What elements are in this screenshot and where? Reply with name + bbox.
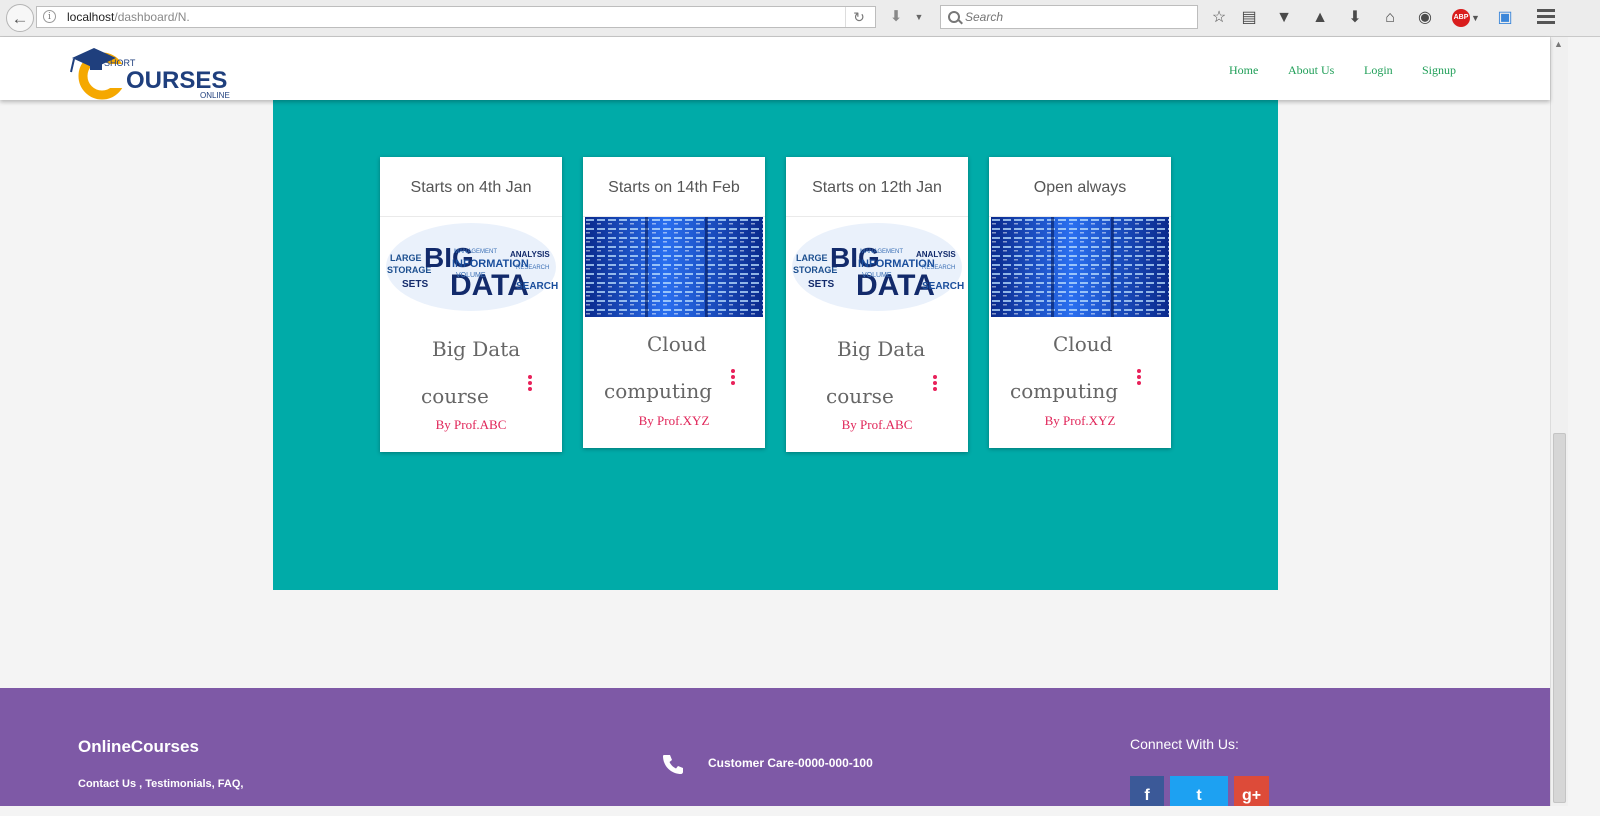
nav-home[interactable]: Home xyxy=(1229,63,1258,78)
wc-volume: VOLUME xyxy=(456,272,486,279)
course-author: By Prof.XYZ xyxy=(1044,413,1116,428)
scrollbar-thumb[interactable] xyxy=(1553,433,1566,803)
course-author: By Prof.ABC xyxy=(841,417,913,432)
search-icon xyxy=(948,11,960,23)
footer-brand: OnlineCourses xyxy=(78,737,199,756)
hat-icon[interactable]: ▲ xyxy=(1309,7,1331,29)
logo-online-text: ONLINE xyxy=(200,91,230,100)
wc-sets: SETS xyxy=(402,279,428,290)
page-info-icon[interactable]: i xyxy=(43,10,56,23)
save-icon[interactable]: ▣ xyxy=(1494,7,1516,29)
course-title-line1[interactable]: Cloud xyxy=(1053,332,1112,356)
wc-analysis: ANALYSIS xyxy=(510,250,550,259)
search-input[interactable] xyxy=(965,6,1185,28)
reading-list-icon[interactable]: ▤ xyxy=(1238,7,1260,29)
server-lights xyxy=(991,217,1169,317)
course-start-date: Starts on 14th Feb xyxy=(583,157,765,217)
course-start-date: Starts on 12th Jan xyxy=(786,157,968,217)
hamburger-menu-icon[interactable] xyxy=(1537,9,1555,27)
course-image-server-rack xyxy=(991,217,1169,317)
download-arrow-icon[interactable]: ⬇ xyxy=(1344,7,1366,29)
course-start-date: Open always xyxy=(989,157,1171,217)
wc-search: SEARCH xyxy=(922,281,964,292)
wc-large: LARGE xyxy=(390,253,422,263)
card-more-menu-icon[interactable] xyxy=(731,369,737,389)
download-icon[interactable]: ⬇ xyxy=(884,7,908,27)
facebook-icon[interactable]: f xyxy=(1130,776,1164,806)
adblock-chevron-icon[interactable]: ▼ xyxy=(1471,9,1480,27)
url-host: localhost xyxy=(67,10,115,24)
wc-sets: SETS xyxy=(808,279,834,290)
course-card[interactable]: Starts on 4th Jan LARGE STORAGE BIG DATA… xyxy=(380,157,562,452)
chevron-down-icon[interactable]: ▼ xyxy=(912,7,926,27)
course-author: By Prof.XYZ xyxy=(638,413,710,428)
server-divider xyxy=(1111,217,1114,317)
wc-large: LARGE xyxy=(796,253,828,263)
chat-icon[interactable]: ◉ xyxy=(1414,7,1436,29)
server-lights xyxy=(585,217,763,317)
browser-toolbar: ← i localhost/dashboard/N. ↻ ⬇ ▼ ☆ ▤ ▼ ▲… xyxy=(0,0,1600,37)
page-scrollbar[interactable]: ▲ xyxy=(1550,37,1568,806)
pocket-icon[interactable]: ▼ xyxy=(1273,7,1295,29)
nav-signup[interactable]: Signup xyxy=(1422,63,1456,78)
bookmark-star-icon[interactable]: ☆ xyxy=(1208,7,1230,29)
google-plus-icon[interactable]: g+ xyxy=(1234,776,1269,806)
adblock-icon[interactable]: ABP xyxy=(1452,9,1470,27)
course-title-line2[interactable]: computing xyxy=(604,379,712,403)
wc-management: MANAGEMENT xyxy=(860,249,903,255)
course-image-big-data: LARGE STORAGE BIG DATA INFORMATION ANALY… xyxy=(386,223,558,311)
wc-volume: VOLUME xyxy=(862,272,892,279)
course-title-line2[interactable]: course xyxy=(826,384,894,408)
url-text: localhost/dashboard/N. xyxy=(67,7,190,27)
wc-management: MANAGEMENT xyxy=(454,249,497,255)
back-button[interactable]: ← xyxy=(6,4,34,32)
reload-icon[interactable]: ↻ xyxy=(845,7,872,27)
browser-search-box[interactable] xyxy=(940,5,1198,29)
site-logo[interactable]: SHORT C OURSES ONLINE xyxy=(66,46,236,102)
server-divider xyxy=(1051,217,1054,317)
wc-search: SEARCH xyxy=(516,281,558,292)
cap-tassel xyxy=(70,58,75,73)
course-title-line1[interactable]: Big Data xyxy=(837,337,925,361)
course-title-line1[interactable]: Cloud xyxy=(647,332,706,356)
course-card[interactable]: Open always Cloud computing By Prof.XYZ xyxy=(989,157,1171,448)
address-bar[interactable]: i localhost/dashboard/N. ↻ xyxy=(36,6,876,28)
url-path: /dashboard/N. xyxy=(114,10,190,24)
course-title-line1[interactable]: Big Data xyxy=(432,337,520,361)
home-icon[interactable]: ⌂ xyxy=(1379,7,1401,29)
course-title-line2[interactable]: course xyxy=(421,384,489,408)
card-more-menu-icon[interactable] xyxy=(1137,369,1143,389)
course-title-line2[interactable]: computing xyxy=(1010,379,1118,403)
site-footer: OnlineCourses Contact Us , Testimonials,… xyxy=(0,688,1550,806)
twitter-icon[interactable]: t xyxy=(1170,776,1228,806)
server-divider xyxy=(705,217,708,317)
server-divider xyxy=(645,217,648,317)
footer-links[interactable]: Contact Us , Testimonials, FAQ, xyxy=(78,778,243,790)
course-author: By Prof.ABC xyxy=(435,417,507,432)
course-image-big-data: LARGE STORAGE BIG DATA INFORMATION ANALY… xyxy=(792,223,964,311)
site-header: SHORT C OURSES ONLINE Home About Us Logi… xyxy=(0,37,1550,100)
nav-login[interactable]: Login xyxy=(1364,63,1393,78)
logo-main-text: OURSES xyxy=(126,67,227,94)
course-start-date: Starts on 4th Jan xyxy=(380,157,562,217)
course-card[interactable]: Starts on 14th Feb Cloud computing By Pr… xyxy=(583,157,765,448)
phone-icon xyxy=(663,755,683,774)
nav-about-us[interactable]: About Us xyxy=(1288,63,1334,78)
card-more-menu-icon[interactable] xyxy=(933,375,939,395)
card-more-menu-icon[interactable] xyxy=(528,375,534,395)
wc-research: RESEARCH xyxy=(922,265,955,271)
connect-with-us-label: Connect With Us: xyxy=(1130,736,1239,752)
scroll-up-arrow-icon[interactable]: ▲ xyxy=(1554,39,1563,49)
customer-care-number: Customer Care-0000-000-100 xyxy=(708,756,873,770)
wc-analysis: ANALYSIS xyxy=(916,250,956,259)
wc-research: RESEARCH xyxy=(516,265,549,271)
courses-panel: Starts on 4th Jan LARGE STORAGE BIG DATA… xyxy=(273,100,1278,590)
course-card[interactable]: Starts on 12th Jan LARGE STORAGE BIG DAT… xyxy=(786,157,968,452)
course-image-server-rack xyxy=(585,217,763,317)
